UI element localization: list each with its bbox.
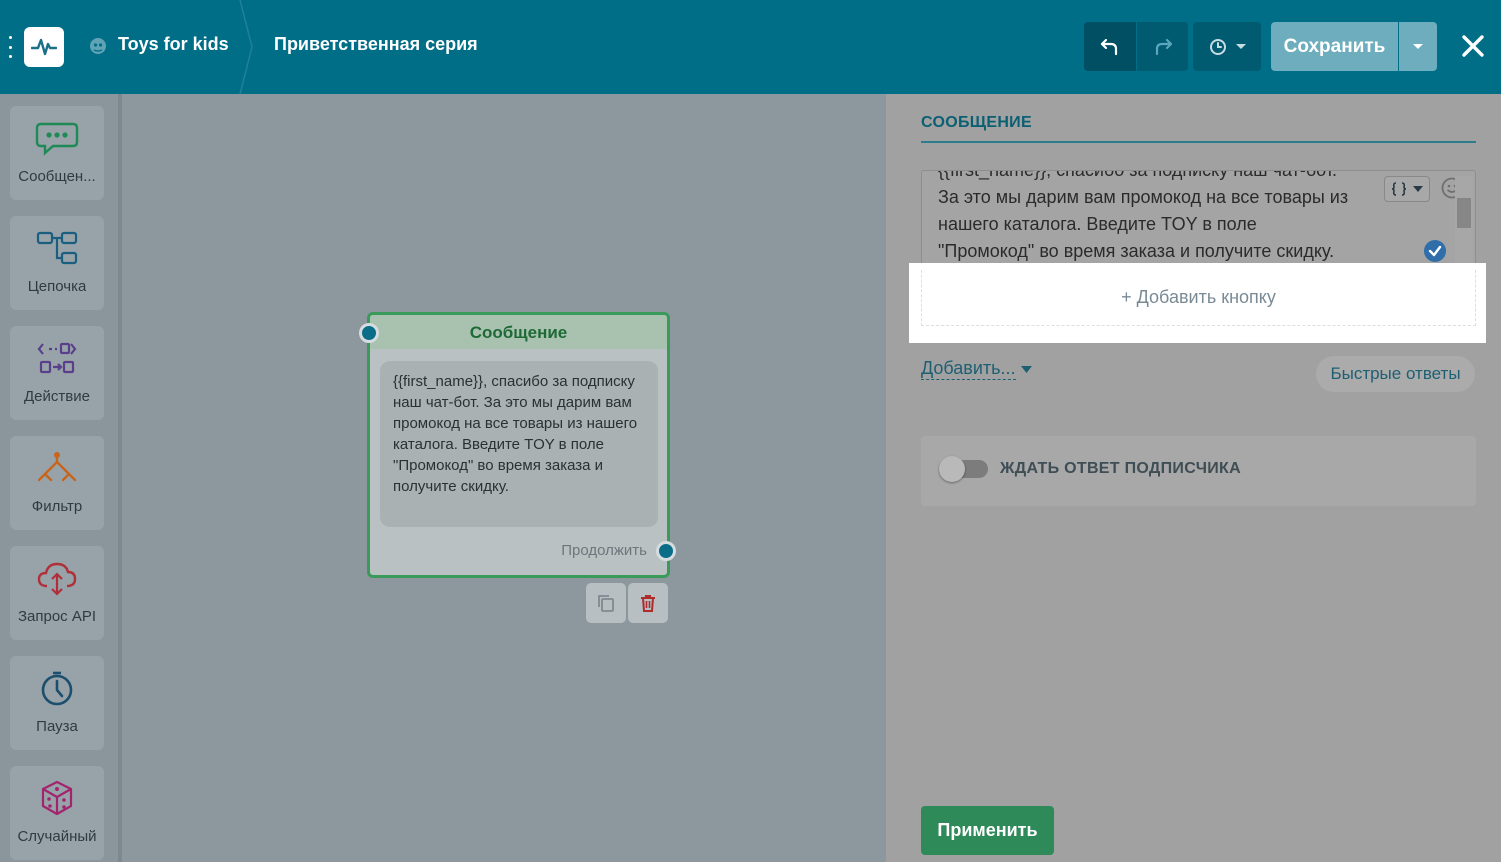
- tool-label: Цепочка: [27, 278, 87, 295]
- tool-label: Сообщен...: [18, 168, 96, 185]
- history-button[interactable]: [1193, 22, 1261, 71]
- redo-button[interactable]: [1137, 22, 1188, 71]
- tool-label: Пауза: [36, 718, 78, 735]
- node-message-bubble[interactable]: {{first_name}}, спасибо за подписку наш …: [380, 361, 658, 527]
- tool-label: Запрос API: [17, 608, 97, 625]
- chevron-down-icon[interactable]: [1021, 366, 1032, 373]
- tool-filter[interactable]: Фильтр: [10, 436, 104, 530]
- wait-reply-label: ЖДАТЬ ОТВЕТ ПОДПИСЧИКА: [1000, 460, 1241, 477]
- tool-action[interactable]: Действие: [10, 326, 104, 420]
- cloud-api-icon: [37, 562, 77, 596]
- close-icon: [1462, 35, 1484, 57]
- chain-icon: [36, 231, 78, 265]
- tool-chain[interactable]: Цепочка: [10, 216, 104, 310]
- save-button[interactable]: Сохранить: [1271, 22, 1398, 71]
- tool-label: Действие: [24, 388, 90, 405]
- flow-name[interactable]: Приветственная серия: [274, 34, 478, 55]
- node-continue-label: Продолжить: [561, 542, 647, 559]
- redo-icon: [1155, 38, 1172, 55]
- timer-icon: [41, 671, 73, 706]
- menu-dots-icon[interactable]: [8, 36, 12, 58]
- apply-button[interactable]: Применить: [921, 806, 1054, 855]
- save-dropdown-button[interactable]: [1399, 22, 1437, 71]
- app-logo-icon[interactable]: [24, 27, 64, 67]
- tool-pause[interactable]: Пауза: [10, 656, 104, 750]
- undo-button[interactable]: [1084, 22, 1136, 71]
- message-node[interactable]: Сообщение {{first_name}}, спасибо за под…: [367, 312, 670, 578]
- panel-divider: [921, 141, 1476, 143]
- tool-random[interactable]: Случайный: [10, 766, 104, 860]
- tool-label: Случайный: [17, 828, 97, 845]
- chevron-down-icon: [1236, 43, 1246, 49]
- node-output-port[interactable]: [656, 541, 676, 561]
- message-text: {{first_name}}, спасибо за подписку наш …: [938, 170, 1378, 265]
- chevron-down-icon: [1413, 186, 1423, 192]
- filter-icon: [37, 452, 77, 482]
- message-line: За это мы дарим вам промокод на все това…: [938, 187, 1349, 207]
- scrollbar-thumb[interactable]: [1457, 198, 1471, 228]
- braces-icon: [1391, 182, 1407, 196]
- bot-icon: [90, 38, 106, 54]
- chat-bubble-icon: [35, 122, 79, 156]
- tool-label: Фильтр: [31, 498, 83, 515]
- quick-replies-button[interactable]: Быстрые ответы: [1316, 356, 1475, 392]
- message-line: нашего каталога. Введите TOY в поле: [938, 214, 1257, 234]
- chevron-down-icon: [1413, 43, 1423, 49]
- top-bar: Toys for kids Приветственная серия Сохра…: [0, 0, 1501, 94]
- trash-icon: [641, 595, 655, 612]
- panel-title: СООБЩЕНИЕ: [921, 114, 1032, 131]
- tool-api-request[interactable]: Запрос API: [10, 546, 104, 640]
- spellcheck-ok-icon: [1424, 240, 1446, 262]
- add-button-link[interactable]: + Добавить кнопку: [921, 270, 1476, 326]
- message-line: {{first_name}}, спасибо за подписку наш …: [938, 170, 1338, 180]
- node-input-port[interactable]: [359, 323, 379, 343]
- add-more-dropdown[interactable]: Добавить...: [921, 357, 1016, 380]
- undo-icon: [1100, 38, 1118, 55]
- dice-icon: [41, 780, 73, 816]
- action-icon: [37, 342, 77, 374]
- tool-message[interactable]: Сообщен...: [10, 106, 104, 200]
- message-line: "Промокод" во время заказа и получите ск…: [938, 241, 1335, 261]
- history-icon: [1210, 38, 1226, 55]
- close-button[interactable]: [1458, 31, 1488, 61]
- insert-variable-button[interactable]: [1384, 176, 1430, 202]
- project-name[interactable]: Toys for kids: [118, 34, 229, 55]
- delete-node-button[interactable]: [628, 583, 668, 623]
- toggle-knob[interactable]: [939, 456, 965, 482]
- duplicate-node-button[interactable]: [586, 583, 626, 623]
- copy-icon: [598, 595, 614, 612]
- node-title: Сообщение: [370, 315, 667, 349]
- breadcrumb-separator: [239, 0, 253, 94]
